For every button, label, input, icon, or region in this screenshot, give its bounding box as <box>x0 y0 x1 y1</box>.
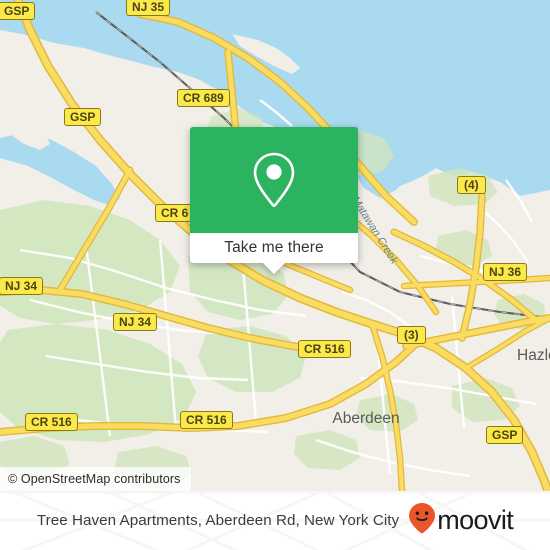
road-shield-label: NJ 34 <box>0 277 44 295</box>
place-label-aberdeen: Aberdeen <box>332 410 399 427</box>
road-shield-label: (3) <box>397 326 426 344</box>
road-shield-exit-4[interactable]: (4) <box>457 176 486 194</box>
map-canvas[interactable]: Aberdeen Hazlet Matawan Creek GSP NJ 35 … <box>0 0 550 491</box>
moovit-logo[interactable]: moovit <box>408 502 514 539</box>
take-me-there-label: Take me there <box>224 239 324 256</box>
road-shield-label: NJ 36 <box>483 263 528 281</box>
popup-action-bar[interactable]: Take me there <box>190 233 358 263</box>
map-screenshot: Aberdeen Hazlet Matawan Creek GSP NJ 35 … <box>0 0 550 550</box>
road-shield-label: GSP <box>486 426 524 444</box>
road-shield-nj36[interactable]: NJ 36 <box>483 263 528 281</box>
road-shield-cr6-partial[interactable]: CR 6 <box>155 204 195 222</box>
map-pin-icon <box>250 150 298 210</box>
road-shield-gsp-3[interactable]: GSP <box>486 426 524 444</box>
place-label-hazlet: Hazlet <box>517 347 550 364</box>
road-shield-label: NJ 34 <box>113 313 158 331</box>
location-caption: Tree Haven Apartments, Aberdeen Rd, New … <box>36 512 400 529</box>
road-shield-nj35[interactable]: NJ 35 <box>126 0 171 16</box>
road-shield-label: GSP <box>0 2 36 20</box>
popup-image-area <box>190 127 358 233</box>
road-shield-label: CR 689 <box>177 89 230 107</box>
location-popup-card[interactable]: Take me there <box>190 127 358 274</box>
road-shield-nj34-2[interactable]: NJ 34 <box>113 313 158 331</box>
road-shield-gsp-1[interactable]: GSP <box>0 2 36 20</box>
road-shield-gsp-2[interactable]: GSP <box>64 108 102 126</box>
road-shield-cr516-3[interactable]: CR 516 <box>180 411 233 429</box>
road-shield-cr689[interactable]: CR 689 <box>177 89 230 107</box>
road-shield-label: (4) <box>457 176 486 194</box>
popup-pointer-tail <box>263 263 285 274</box>
road-shield-label: GSP <box>64 108 102 126</box>
road-shield-label: NJ 35 <box>126 0 171 16</box>
road-shield-cr516-1[interactable]: CR 516 <box>298 340 351 358</box>
road-shield-label: CR 516 <box>298 340 351 358</box>
footer-content: Tree Haven Apartments, Aberdeen Rd, New … <box>0 491 550 550</box>
moovit-pin-icon <box>408 502 436 539</box>
footer-bar: Tree Haven Apartments, Aberdeen Rd, New … <box>0 491 550 550</box>
road-shield-cr516-2[interactable]: CR 516 <box>25 413 78 431</box>
road-shield-label: CR 6 <box>155 204 195 222</box>
osm-attribution[interactable]: © OpenStreetMap contributors <box>0 467 191 491</box>
road-shield-nj34-1[interactable]: NJ 34 <box>0 277 44 295</box>
moovit-wordmark: moovit <box>437 505 514 535</box>
road-shield-exit-3[interactable]: (3) <box>397 326 426 344</box>
road-shield-label: CR 516 <box>25 413 78 431</box>
osm-attribution-text: © OpenStreetMap contributors <box>8 472 181 486</box>
road-shield-label: CR 516 <box>180 411 233 429</box>
